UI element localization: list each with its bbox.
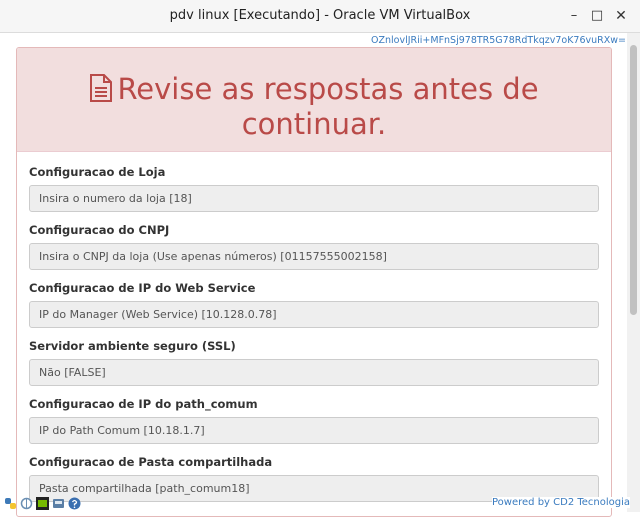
review-panel-heading: Revise as respostas antes de continuar. — [17, 48, 611, 152]
field-ssl: Servidor ambiente seguro (SSL) Não [FALS… — [29, 338, 599, 386]
session-token: OZnlovlJRii+MFnSj978TR5G78RdTkqzv7oK76vu… — [371, 35, 626, 46]
document-icon — [89, 74, 113, 108]
nvidia-icon[interactable] — [36, 495, 49, 510]
field-shared-folder: Configuracao de Pasta compartilhada Past… — [29, 454, 599, 502]
ssl-input[interactable]: Não [FALSE] — [29, 359, 599, 386]
network-icon[interactable] — [20, 495, 33, 510]
maximize-button[interactable]: □ — [588, 7, 606, 25]
vm-display[interactable]: OZnlovlJRii+MFnSj978TR5G78RdTkqzv7oK76vu… — [0, 33, 640, 517]
field-label: Servidor ambiente seguro (SSL) — [29, 339, 236, 353]
help-icon[interactable] — [68, 495, 81, 510]
vm-status-icons — [0, 494, 90, 512]
python-icon[interactable] — [4, 495, 17, 509]
field-label: Configuracao de Loja — [29, 165, 166, 179]
webservice-ip-input[interactable]: IP do Manager (Web Service) [10.128.0.78… — [29, 301, 599, 328]
field-label: Configuracao do CNPJ — [29, 223, 170, 237]
window-title: pdv linux [Executando] - Oracle VM Virtu… — [169, 8, 471, 23]
vertical-scrollbar[interactable] — [627, 33, 640, 512]
scrollbar-thumb[interactable] — [630, 45, 637, 315]
field-loja: Configuracao de Loja Insira o numero da … — [29, 164, 599, 212]
field-cnpj: Configuracao do CNPJ Insira o CNPJ da lo… — [29, 222, 599, 270]
page-title: Revise as respostas antes de continuar. — [117, 72, 539, 141]
close-button[interactable]: ✕ — [612, 7, 630, 25]
field-webservice-ip: Configuracao de IP do Web Service IP do … — [29, 280, 599, 328]
field-label: Configuracao de Pasta compartilhada — [29, 455, 273, 469]
field-label: Configuracao de IP do path_comum — [29, 397, 258, 411]
cnpj-input[interactable]: Insira o CNPJ da loja (Use apenas número… — [29, 243, 599, 270]
window-titlebar[interactable]: pdv linux [Executando] - Oracle VM Virtu… — [0, 0, 640, 33]
field-path-comum-ip: Configuracao de IP do path_comum IP do P… — [29, 396, 599, 444]
review-form: Configuracao de Loja Insira o numero da … — [17, 152, 611, 502]
field-label: Configuracao de IP do Web Service — [29, 281, 256, 295]
disk-icon[interactable] — [52, 495, 65, 508]
powered-by-link[interactable]: Powered by CD2 Tecnologia — [492, 497, 631, 508]
path-comum-ip-input[interactable]: IP do Path Comum [10.18.1.7] — [29, 417, 599, 444]
minimize-button[interactable]: – — [565, 7, 583, 25]
loja-input[interactable]: Insira o numero da loja [18] — [29, 185, 599, 212]
review-panel: Revise as respostas antes de continuar. … — [16, 47, 612, 517]
